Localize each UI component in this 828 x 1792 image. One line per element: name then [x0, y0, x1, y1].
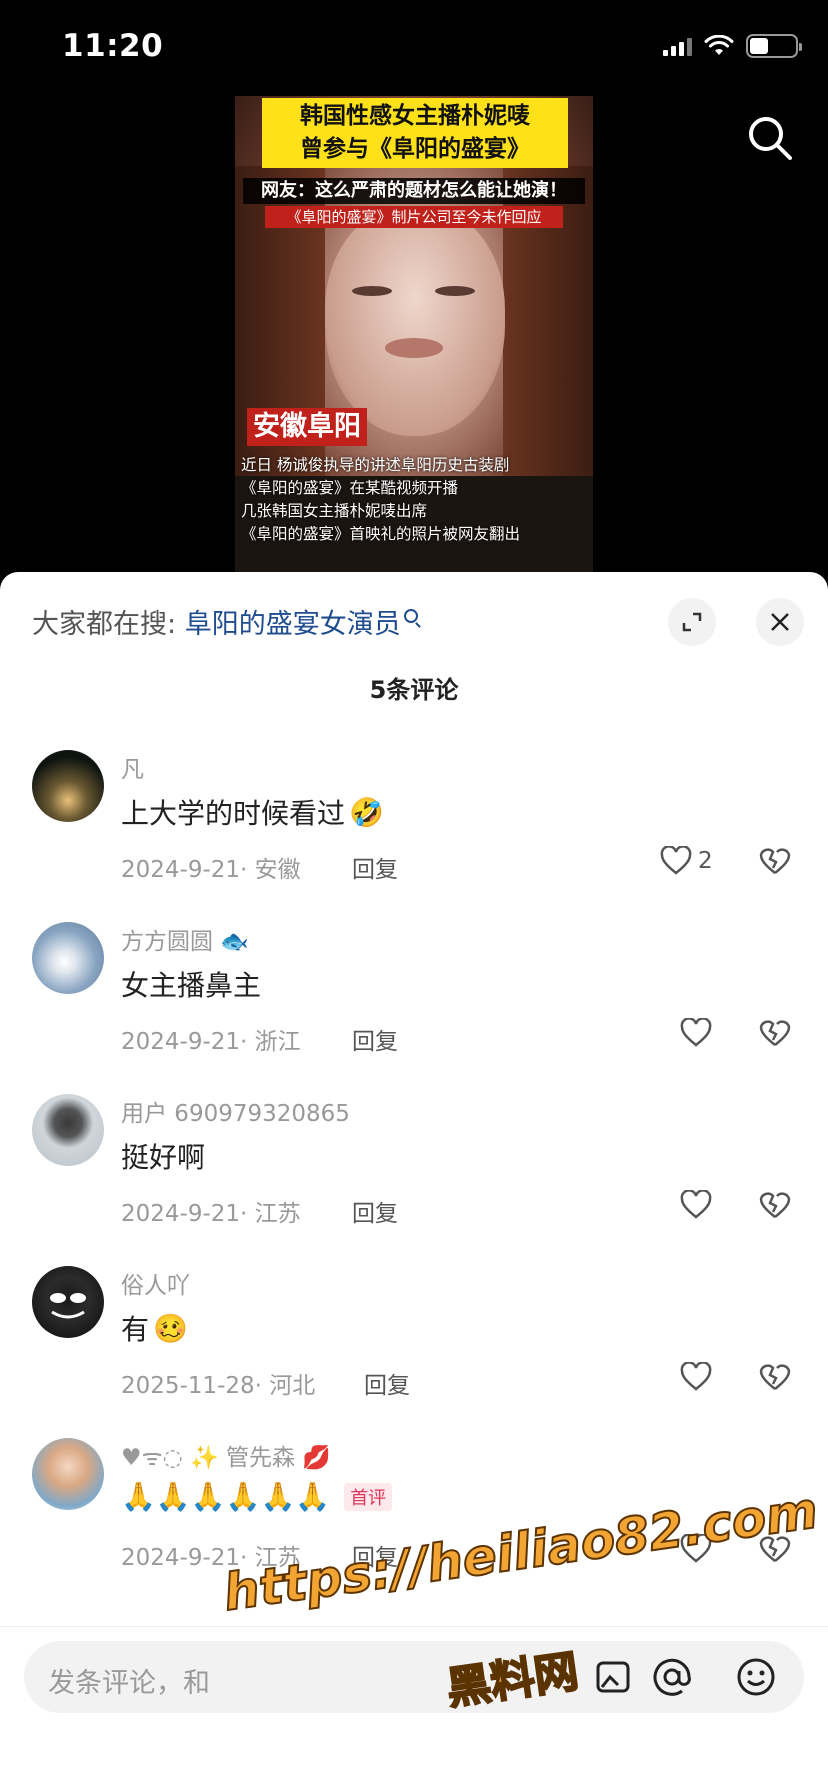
- comment-count: 5条评论: [369, 676, 459, 704]
- like-button[interactable]: [680, 1190, 712, 1220]
- comment-username[interactable]: ♥ᯤ◌ ✨ 管先森 💋: [121, 1438, 331, 1472]
- comment-username[interactable]: 方方圆圆 🐟: [121, 922, 249, 956]
- video-subtitle-1: 网友：这么严肃的题材怎么能让她演！: [243, 178, 585, 204]
- like-button[interactable]: [680, 1018, 712, 1048]
- reply-button[interactable]: 回复: [364, 1366, 410, 1400]
- search-icon[interactable]: [746, 114, 794, 162]
- expand-button[interactable]: [668, 598, 716, 646]
- comment-meta: 2024-9-21· 浙江: [121, 1029, 301, 1055]
- video-frame[interactable]: 韩国性感女主播朴妮唛 曾参与《阜阳的盛宴》 网友：这么严肃的题材怎么能让她演！ …: [235, 96, 593, 576]
- comment-input-bar: 发条评论，和: [0, 1626, 828, 1792]
- heart-icon: [680, 1190, 712, 1219]
- comment-sheet: 大家都在搜: 阜阳的盛宴女演员 5条评论 凡 上大学的时候看过 🤣 2024-9-…: [0, 572, 828, 1792]
- comment-item: 方方圆圆 🐟 女主播鼻主 2024-9-21· 浙江 回复: [0, 922, 828, 1094]
- dislike-heart-icon[interactable]: [758, 1362, 792, 1392]
- video-location-tag: 安徽阜阳: [247, 408, 367, 446]
- close-button[interactable]: [756, 598, 804, 646]
- emoji: 🤣: [349, 795, 384, 829]
- image-icon[interactable]: [592, 1655, 636, 1699]
- hot-search-prefix: 大家都在搜:: [32, 609, 177, 640]
- comment-username[interactable]: 凡: [121, 750, 144, 784]
- reply-button[interactable]: 回复: [352, 1022, 398, 1056]
- comment-text: 有 🥴: [121, 1311, 188, 1347]
- battery-icon: [746, 34, 802, 58]
- hot-search-keyword[interactable]: 阜阳的盛宴女演员: [185, 609, 401, 640]
- comment-text: 女主播鼻主: [121, 969, 262, 1002]
- comment-input-placeholder: 发条评论，和: [48, 1668, 210, 1699]
- comment-item: 用户 690979320865 挺好啊 2024-9-21· 江苏 回复: [0, 1094, 828, 1266]
- emoji-icon[interactable]: [734, 1655, 778, 1699]
- comment-item: 凡 上大学的时候看过 🤣 2024-9-21· 安徽 回复 2: [0, 750, 828, 922]
- avatar[interactable]: [32, 1266, 104, 1338]
- first-comment-badge: 首评: [344, 1482, 393, 1511]
- lips-emoji: 💋: [302, 1445, 331, 1471]
- reply-button[interactable]: 回复: [352, 1194, 398, 1228]
- comment-item: 俗人吖 有 🥴 2025-11-28· 河北 回复: [0, 1266, 828, 1438]
- avatar[interactable]: [32, 1438, 104, 1510]
- heart-icon: [660, 846, 692, 875]
- status-icons: [663, 34, 802, 58]
- comment-text: 挺好啊: [121, 1141, 206, 1174]
- at-mention-icon[interactable]: [650, 1655, 694, 1699]
- like-button[interactable]: [680, 1534, 712, 1564]
- heart-icon: [680, 1534, 712, 1563]
- hot-search[interactable]: 大家都在搜: 阜阳的盛宴女演员: [32, 602, 418, 641]
- signal-icon: [663, 36, 692, 56]
- heart-icon: [680, 1362, 712, 1391]
- expand-icon: [682, 612, 702, 632]
- heart-icon: [680, 1018, 712, 1047]
- video-face-image: [325, 206, 505, 436]
- dislike-heart-icon[interactable]: [758, 1190, 792, 1220]
- comment-input[interactable]: 发条评论，和: [24, 1641, 804, 1713]
- avatar[interactable]: [32, 750, 104, 822]
- comment-text: 上大学的时候看过 🤣: [121, 795, 384, 831]
- like-button[interactable]: [680, 1362, 712, 1392]
- status-time: 11:20: [62, 28, 164, 64]
- avatar[interactable]: [32, 1094, 104, 1166]
- comment-item: ♥ᯤ◌ ✨ 管先森 💋 🙏🙏🙏🙏🙏🙏 首评 2024-9-21· 江苏 回复: [0, 1438, 828, 1610]
- like-button[interactable]: 2: [660, 846, 713, 876]
- comment-meta: 2024-9-21· 江苏: [121, 1201, 301, 1227]
- video-subtitle-2: 《阜阳的盛宴》制片公司至今未作回应: [265, 206, 563, 228]
- small-search-icon: [403, 609, 418, 623]
- comment-username[interactable]: 俗人吖: [121, 1266, 190, 1300]
- dislike-heart-icon[interactable]: [758, 1534, 792, 1564]
- avatar[interactable]: [32, 922, 104, 994]
- fish-emoji: 🐟: [220, 929, 249, 955]
- reply-button[interactable]: 回复: [352, 850, 398, 884]
- video-description: 近日 杨诚俊执导的讲述阜阳历史古装剧 《阜阳的盛宴》在某酷视频开播 几张韩国女主…: [241, 456, 521, 543]
- comment-meta: 2024-9-21· 安徽: [121, 857, 301, 883]
- like-count: 2: [698, 848, 713, 874]
- dislike-heart-icon[interactable]: [758, 846, 792, 876]
- emoji: 🥴: [153, 1311, 188, 1345]
- comment-meta: 2024-9-21· 江苏: [121, 1545, 301, 1571]
- wifi-icon: [704, 35, 734, 55]
- comment-username[interactable]: 用户 690979320865: [121, 1094, 350, 1128]
- status-bar: 11:20: [0, 0, 828, 96]
- comment-text: 🙏🙏🙏🙏🙏🙏 首评: [121, 1480, 393, 1513]
- dislike-heart-icon[interactable]: [758, 1018, 792, 1048]
- close-icon: [771, 613, 789, 631]
- reply-button[interactable]: 回复: [352, 1538, 398, 1572]
- comment-meta: 2025-11-28· 河北: [121, 1373, 316, 1399]
- video-area[interactable]: 韩国性感女主播朴妮唛 曾参与《阜阳的盛宴》 网友：这么严肃的题材怎么能让她演！ …: [0, 96, 828, 576]
- video-title: 韩国性感女主播朴妮唛 曾参与《阜阳的盛宴》: [262, 98, 568, 168]
